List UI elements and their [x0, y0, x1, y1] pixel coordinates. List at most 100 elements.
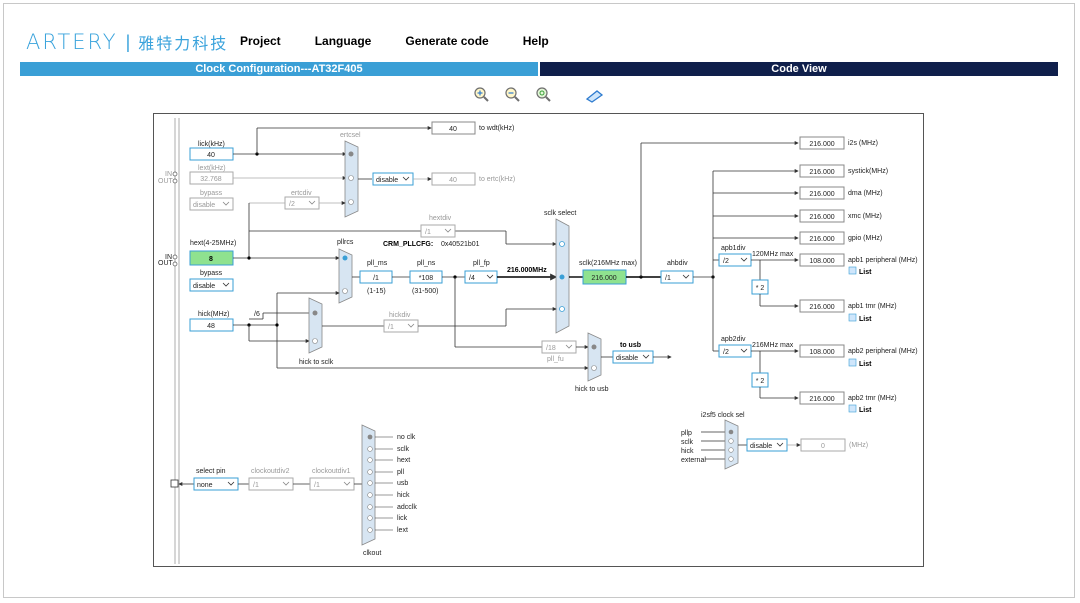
hick-to-sclk-mux	[308, 297, 323, 354]
xmc-output: 216.000 xmc (MHz)	[799, 209, 882, 223]
svg-text:0x40521b01: 0x40521b01	[441, 241, 480, 248]
svg-text:/1: /1	[253, 482, 259, 489]
apb2-tmr-list-button[interactable]: List	[848, 404, 872, 414]
svg-text:32.768: 32.768	[200, 176, 222, 183]
svg-text:120MHz max: 120MHz max	[752, 251, 794, 258]
svg-text:pll_ns: pll_ns	[417, 260, 436, 267]
svg-text:216.000MHz: 216.000MHz	[507, 267, 547, 274]
svg-text:216.000: 216.000	[809, 214, 834, 221]
menu-help[interactable]: Help	[523, 34, 549, 48]
svg-text:ertcdiv: ertcdiv	[291, 190, 312, 197]
hext-label: hext(4-25MHz)	[190, 240, 236, 247]
svg-text:apb1div: apb1div	[721, 245, 746, 252]
lext-in-out: IN OUT	[158, 171, 178, 185]
svg-text:216.000: 216.000	[809, 396, 834, 403]
svg-text:to wdt(kHz): to wdt(kHz)	[479, 125, 514, 132]
svg-text:ertcsel: ertcsel	[340, 132, 361, 139]
svg-text:apb1 tmr (MHz): apb1 tmr (MHz)	[848, 303, 897, 310]
svg-text:disable: disable	[616, 355, 638, 362]
svg-text:pll: pll	[397, 469, 404, 476]
svg-text:IN: IN	[165, 171, 172, 178]
svg-text:hext: hext	[397, 457, 410, 464]
svg-text:apb2 tmr (MHz): apb2 tmr (MHz)	[848, 395, 897, 402]
logo-separator: |	[125, 31, 131, 52]
svg-text:/18: /18	[546, 345, 556, 352]
svg-text:/4: /4	[469, 275, 475, 282]
zoom-fit-icon[interactable]	[536, 87, 551, 102]
apb1-tmr-list-button[interactable]: List	[848, 313, 872, 323]
svg-text:clockoutdiv1: clockoutdiv1	[312, 468, 351, 475]
svg-text:no clk: no clk	[397, 434, 416, 441]
reset-icon[interactable]	[585, 90, 604, 103]
apb1-tmr-output: 216.000 apb1 tmr (MHz)	[799, 299, 897, 313]
svg-text:/1: /1	[314, 482, 320, 489]
svg-text:/2: /2	[723, 349, 729, 356]
svg-text:sclk select: sclk select	[544, 210, 576, 217]
svg-text:i2s (MHz): i2s (MHz)	[848, 140, 878, 147]
svg-text:216.000: 216.000	[809, 169, 834, 176]
svg-text:bypass: bypass	[200, 270, 223, 277]
svg-text:systick(MHz): systick(MHz)	[848, 168, 888, 175]
svg-text:to usb: to usb	[620, 342, 641, 349]
zoom-in-icon[interactable]	[474, 87, 489, 102]
svg-text:hextdiv: hextdiv	[429, 215, 452, 222]
svg-text:disable: disable	[750, 443, 772, 450]
svg-text:apb2 peripheral (MHz): apb2 peripheral (MHz)	[848, 348, 918, 355]
svg-text:216.000: 216.000	[809, 141, 834, 148]
svg-text:clkout: clkout	[363, 550, 381, 557]
svg-text:xmc (MHz): xmc (MHz)	[848, 213, 882, 220]
logo-word: ARTERY	[26, 30, 118, 54]
svg-text:pllp: pllp	[681, 430, 692, 437]
svg-text:hick: hick	[681, 448, 694, 455]
svg-text:disable: disable	[193, 283, 215, 290]
menu-generate-code[interactable]: Generate code	[405, 34, 488, 48]
svg-text:sclk: sclk	[397, 446, 410, 453]
clkout-pin	[170, 479, 179, 488]
zoom-out-icon[interactable]	[505, 87, 520, 102]
hick-label: hick(MHz)	[198, 311, 230, 318]
svg-text:List: List	[859, 361, 872, 368]
top-menu: Project Language Generate code Help	[240, 34, 549, 48]
svg-text:sclk: sclk	[681, 439, 694, 446]
svg-text:* 2: * 2	[756, 285, 765, 292]
systick-output: 216.000 systick(MHz)	[799, 164, 888, 178]
menu-language[interactable]: Language	[315, 34, 372, 48]
svg-text:external: external	[681, 457, 706, 464]
svg-text:/1: /1	[373, 275, 379, 282]
apb2-peripheral-list-button[interactable]: List	[848, 358, 872, 368]
svg-text:select pin: select pin	[196, 468, 226, 475]
tab-clock-configuration[interactable]: Clock Configuration---AT32F405	[20, 62, 538, 76]
svg-text:sclk(216MHz max): sclk(216MHz max)	[579, 260, 637, 267]
dma-output: 216.000 dma (MHz)	[799, 186, 883, 200]
apb1-peripheral-list-button[interactable]: List	[848, 266, 872, 276]
svg-text:108.000: 108.000	[809, 349, 834, 356]
lext-label: lext(kHz)	[198, 165, 226, 172]
svg-text:216MHz max: 216MHz max	[752, 342, 794, 349]
svg-text:List: List	[859, 316, 872, 323]
artery-logo: ARTERY | 雅特力科技	[26, 30, 228, 54]
svg-text:ahbdiv: ahbdiv	[667, 260, 688, 267]
svg-text:gpio (MHz): gpio (MHz)	[848, 235, 882, 242]
svg-text:/2: /2	[723, 258, 729, 265]
zoom-toolbar	[474, 87, 604, 103]
svg-text:108.000: 108.000	[809, 258, 834, 265]
gpio-output: 216.000 gpio (MHz)	[799, 231, 882, 245]
svg-text:40: 40	[449, 177, 457, 184]
svg-text:216.000: 216.000	[809, 304, 834, 311]
svg-text:0: 0	[821, 443, 825, 450]
svg-text:clockoutdiv2: clockoutdiv2	[251, 468, 290, 475]
svg-text:/6: /6	[254, 311, 260, 318]
svg-text:(31-500): (31-500)	[412, 288, 438, 295]
svg-text:*108: *108	[419, 275, 434, 282]
svg-text:apb1 peripheral (MHz): apb1 peripheral (MHz)	[848, 257, 918, 264]
svg-text:hick: hick	[397, 492, 410, 499]
svg-text:to ertc(kHz): to ertc(kHz)	[479, 176, 515, 183]
svg-text:/1: /1	[388, 324, 394, 331]
svg-text:usb: usb	[397, 480, 408, 487]
svg-text:List: List	[859, 407, 872, 414]
svg-text:* 2: * 2	[756, 378, 765, 385]
svg-text:hick to usb: hick to usb	[575, 386, 609, 393]
tab-code-view[interactable]: Code View	[540, 62, 1058, 76]
logo-chinese: 雅特力科技	[138, 34, 229, 53]
menu-project[interactable]: Project	[240, 34, 281, 48]
